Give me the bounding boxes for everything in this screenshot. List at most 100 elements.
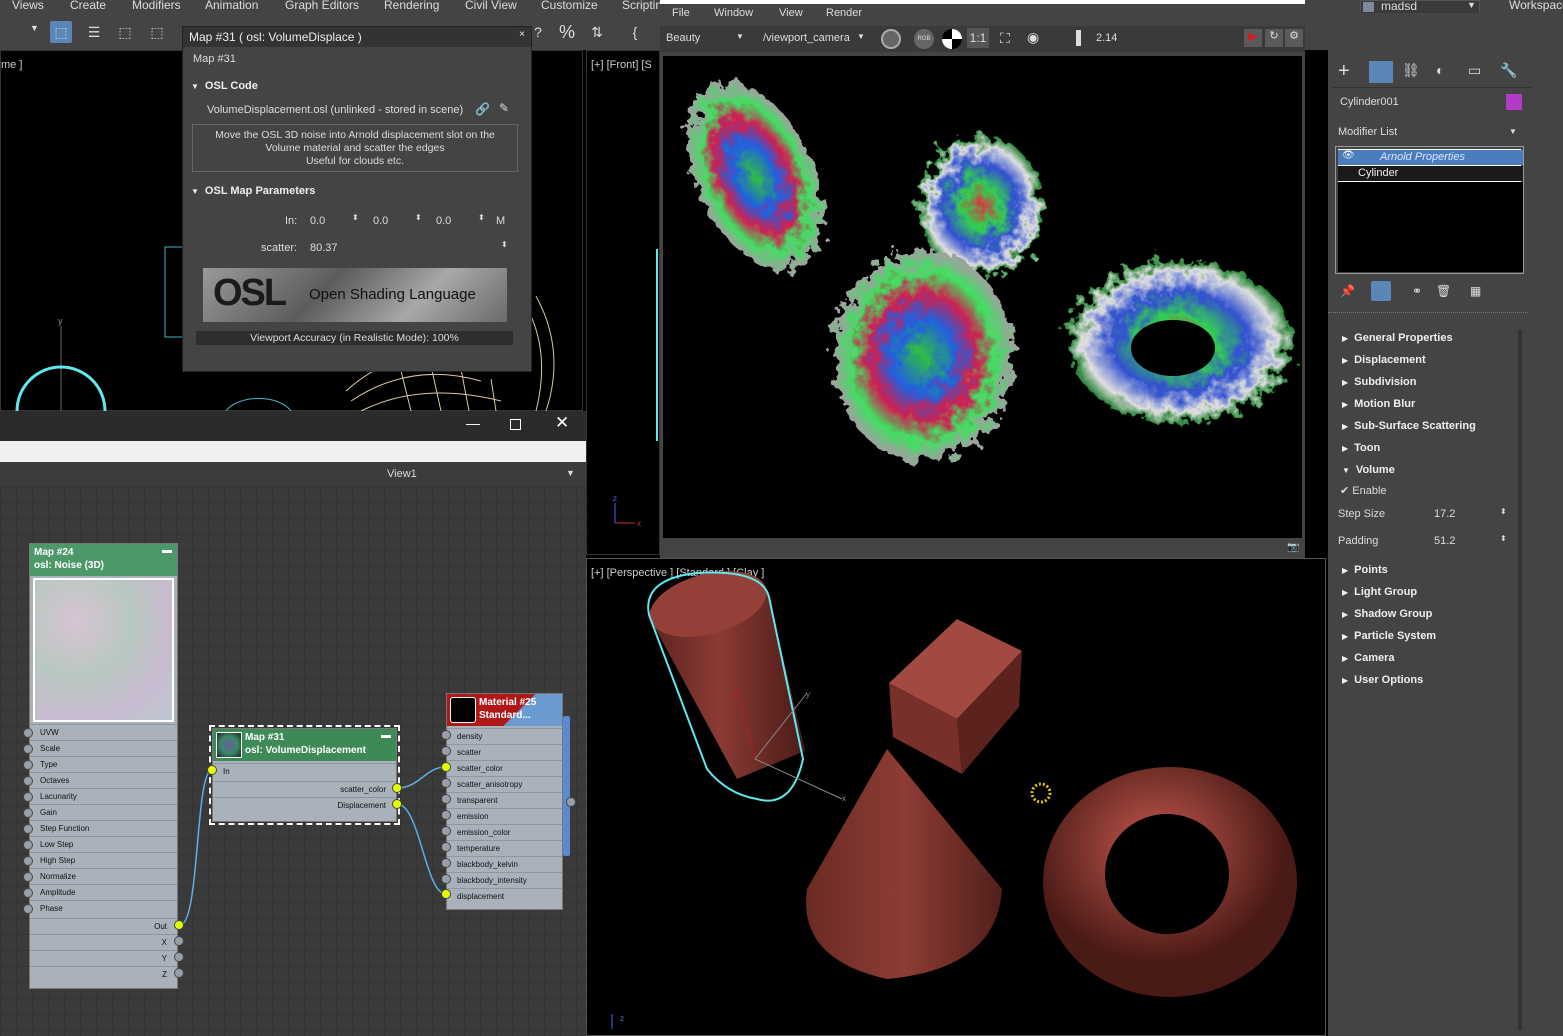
output-port[interactable] xyxy=(174,968,184,978)
rollout-sss[interactable]: ▶ Sub-Surface Scattering xyxy=(1342,420,1476,432)
close-icon[interactable]: × xyxy=(519,29,525,40)
spinner-arrows-icon[interactable]: ⬍ xyxy=(478,213,485,222)
scatter-spinner[interactable]: 80.37 xyxy=(310,242,338,254)
map-name-field[interactable]: Map #31 xyxy=(193,53,236,65)
input-port[interactable] xyxy=(23,824,33,834)
trash-icon[interactable]: 🗑 xyxy=(1436,284,1451,298)
display-icon[interactable]: ▭ xyxy=(1468,62,1481,79)
refresh-icon[interactable]: ↻ xyxy=(1265,29,1283,47)
menu-graph-editors[interactable]: Graph Editors xyxy=(285,0,359,12)
spinner-arrows-icon[interactable]: ⬍ xyxy=(501,240,508,249)
hierarchy-icon[interactable]: ⛓ xyxy=(1402,62,1420,79)
utilities-wrench-icon[interactable]: 🔧 xyxy=(1500,62,1517,79)
input-port[interactable] xyxy=(23,856,33,866)
stack-item-cylinder[interactable]: Cylinder xyxy=(1338,166,1523,181)
input-port[interactable] xyxy=(23,728,33,738)
object-name-field[interactable]: Cylinder001 xyxy=(1340,96,1399,108)
padding-spinner[interactable]: 51.2 xyxy=(1434,535,1455,547)
rollout-subdivision[interactable]: ▶ Subdivision xyxy=(1342,376,1417,388)
menu-animation[interactable]: Animation xyxy=(205,0,258,12)
rollout-points[interactable]: ▶ Points xyxy=(1342,564,1388,576)
rv-menu-window[interactable]: Window xyxy=(714,7,753,19)
panel-scrollbar[interactable] xyxy=(1518,330,1522,1030)
rollout-particle-system[interactable]: ▶ Particle System xyxy=(1342,630,1436,642)
input-port[interactable] xyxy=(441,746,451,756)
rollout-osl-params[interactable]: ▼ OSL Map Parameters xyxy=(191,185,315,197)
pin-stack-icon[interactable]: 📌 xyxy=(1340,284,1355,298)
rollout-displacement[interactable]: ▶ Displacement xyxy=(1342,354,1426,366)
rollout-toon[interactable]: ▶ Toon xyxy=(1342,442,1380,454)
input-port[interactable] xyxy=(441,810,451,820)
input-port-in[interactable] xyxy=(207,765,217,775)
collapse-icon[interactable]: ▬ xyxy=(381,729,391,742)
output-port-scatter-color[interactable] xyxy=(392,783,402,793)
rollout-motion-blur[interactable]: ▶ Motion Blur xyxy=(1342,398,1415,410)
input-port[interactable] xyxy=(23,760,33,770)
minimize-icon[interactable]: — xyxy=(466,415,480,431)
in-y-spinner[interactable]: 0.0 xyxy=(373,215,388,227)
make-unique-icon[interactable]: ⚭ xyxy=(1412,284,1422,298)
snapshot-icon[interactable]: ◉ xyxy=(1027,29,1039,46)
checker-icon[interactable] xyxy=(942,29,962,49)
input-port[interactable] xyxy=(441,842,451,852)
rollout-shadow-group[interactable]: ▶ Shadow Group xyxy=(1342,608,1432,620)
menu-customize[interactable]: Customize xyxy=(541,0,598,12)
select-object-icon[interactable]: ⬚ xyxy=(50,21,72,43)
motion-icon[interactable]: ◐ xyxy=(1436,62,1444,78)
menu-modifiers[interactable]: Modifiers xyxy=(132,0,181,12)
input-port[interactable] xyxy=(441,778,451,788)
rollout-general-properties[interactable]: ▶ General Properties xyxy=(1342,332,1453,344)
aov-dropdown[interactable]: Beauty xyxy=(666,32,700,44)
maximize-icon[interactable] xyxy=(510,419,521,430)
input-port[interactable] xyxy=(23,904,33,914)
rollout-osl-code[interactable]: ▼ OSL Code xyxy=(191,80,258,92)
camera-icon[interactable]: 📷 xyxy=(1287,542,1299,553)
spinner-arrows-icon[interactable]: ⬍ xyxy=(1500,534,1507,543)
volume-enable-checkbox[interactable]: ✔ Enable xyxy=(1340,484,1387,497)
user-dropdown[interactable]: madsd ▼ xyxy=(1360,0,1480,14)
rollout-camera[interactable]: ▶ Camera xyxy=(1342,652,1395,664)
step-size-spinner[interactable]: 17.2 xyxy=(1434,508,1455,520)
object-color-swatch[interactable] xyxy=(1506,94,1522,110)
output-port[interactable] xyxy=(566,797,576,807)
in-z-spinner[interactable]: 0.0 xyxy=(436,215,451,227)
output-port-out[interactable] xyxy=(174,920,184,930)
eye-icon[interactable]: 👁 xyxy=(1342,150,1355,161)
collapse-icon[interactable]: ▬ xyxy=(162,544,172,557)
menu-create[interactable]: Create xyxy=(70,0,106,12)
rgb-channel-icon[interactable]: RGB xyxy=(914,29,934,49)
menu-civil-view[interactable]: Civil View xyxy=(465,0,517,12)
chevron-down-icon[interactable]: ▼ xyxy=(30,23,39,33)
spinner-arrows-icon[interactable]: ⬍ xyxy=(1500,507,1507,516)
chevron-down-icon[interactable]: ▼ xyxy=(857,32,865,41)
rollout-light-group[interactable]: ▶ Light Group xyxy=(1342,586,1417,598)
window-crossing-icon[interactable]: ⬚ xyxy=(146,21,168,43)
slate-window-titlebar[interactable]: — ✕ xyxy=(0,411,586,441)
modify-tab-icon[interactable] xyxy=(1369,61,1393,83)
rollout-user-options[interactable]: ▶ User Options xyxy=(1342,674,1423,686)
stack-item-arnold-properties[interactable]: 👁 Arnold Properties xyxy=(1338,150,1523,165)
input-port[interactable] xyxy=(23,792,33,802)
named-selection-icon[interactable]: { xyxy=(624,21,646,43)
input-port-scatter-color[interactable] xyxy=(441,762,451,772)
node-header[interactable]: Map #24 osl: Noise (3D) ▬ xyxy=(30,544,177,576)
camera-dropdown[interactable]: /viewport_camera xyxy=(763,32,850,44)
exposure-value[interactable]: 2.14 xyxy=(1096,32,1117,44)
input-port[interactable] xyxy=(23,840,33,850)
input-port[interactable] xyxy=(23,744,33,754)
rect-selection-icon[interactable]: ⬚ xyxy=(114,21,136,43)
show-end-result-icon[interactable] xyxy=(1371,281,1391,301)
spinner-snap-icon[interactable]: ⇅ xyxy=(586,21,608,43)
input-port[interactable] xyxy=(23,888,33,898)
input-port[interactable] xyxy=(441,730,451,740)
node-volume-displacement[interactable]: Map #31 osl: VolumeDisplacement ▬ In sca… xyxy=(212,728,397,822)
input-port[interactable] xyxy=(441,874,451,884)
chevron-down-icon[interactable]: ▼ xyxy=(566,468,575,478)
ratio-button[interactable]: 1:1 xyxy=(967,28,989,48)
map-button[interactable]: M xyxy=(496,215,505,227)
rv-menu-file[interactable]: File xyxy=(672,7,690,19)
node-noise-3d[interactable]: Map #24 osl: Noise (3D) ▬ UVW Scale Type… xyxy=(29,543,178,989)
exposure-slider[interactable] xyxy=(1076,30,1081,46)
spinner-arrows-icon[interactable]: ⬍ xyxy=(415,213,422,222)
input-port[interactable] xyxy=(441,826,451,836)
